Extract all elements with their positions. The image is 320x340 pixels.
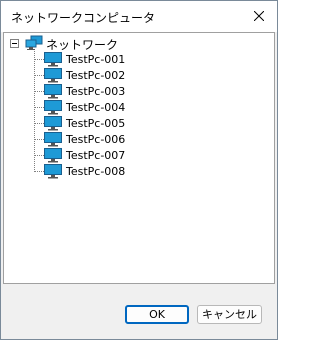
tree-item-label: TestPc-008 [66,165,126,178]
ok-button[interactable]: OK [125,305,189,324]
tree-item-pc[interactable]: TestPc-003 [4,83,204,99]
tree-item-label: TestPc-005 [66,117,126,130]
window-title: ネットワークコンピュータ [11,11,156,25]
tree-item-label: TestPc-007 [66,149,126,162]
tree-item-pc[interactable]: TestPc-007 [4,147,204,163]
computer-icon [44,52,62,67]
tree-item-label: TestPc-003 [66,85,126,98]
tree-item-pc[interactable]: TestPc-005 [4,115,204,131]
tree-connector-branch [35,123,44,124]
tree-item-label: TestPc-006 [66,133,126,146]
computer-icon [44,148,62,163]
computer-icon [44,68,62,83]
tree-connector-branch [35,107,44,108]
network-tree[interactable]: ネットワーク TestPc-001 TestPc-002 TestPc-003 … [3,32,275,284]
computer-icon [44,164,62,179]
tree-item-pc[interactable]: TestPc-006 [4,131,204,147]
tree-connector-branch [35,59,44,60]
tree-connector-branch [35,139,44,140]
cancel-button[interactable]: キャンセル [197,305,262,324]
tree-item-label: TestPc-004 [66,101,126,114]
tree-connector-branch [35,171,44,172]
tree-item-pc[interactable]: TestPc-001 [4,51,204,67]
computer-icon [44,116,62,131]
tree-connector-branch [35,91,44,92]
tree-connector-branch [35,75,44,76]
tree-item-label: TestPc-002 [66,69,126,82]
tree-item-pc[interactable]: TestPc-004 [4,99,204,115]
computer-icon [44,84,62,99]
computer-icon [44,100,62,115]
tree-item-label: TestPc-001 [66,53,126,66]
close-icon [254,11,264,21]
close-button[interactable] [247,5,271,27]
dialog-window: ネットワークコンピュータ ネットワーク TestPc-001 TestPc-00… [0,0,278,340]
title-bar[interactable]: ネットワークコンピュータ [1,1,277,32]
tree-connector-branch [35,155,44,156]
tree-item-pc[interactable]: TestPc-008 [4,163,204,179]
tree-item-pc[interactable]: TestPc-002 [4,67,204,83]
collapse-toggle[interactable] [10,39,19,48]
computer-icon [44,132,62,147]
